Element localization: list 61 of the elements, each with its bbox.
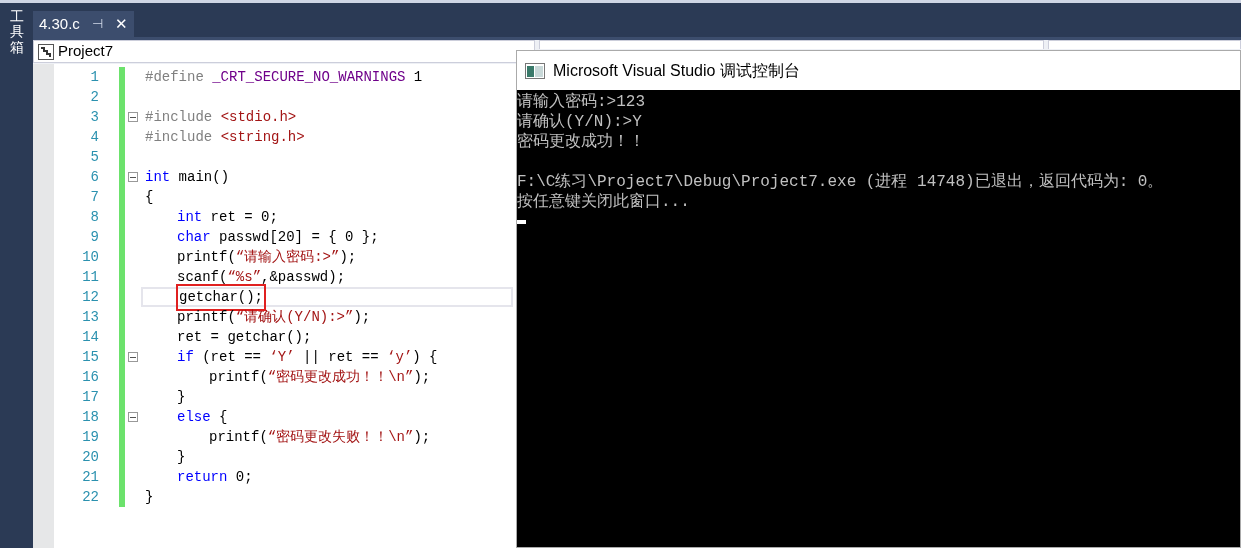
code-line: int main(): [145, 167, 230, 187]
code-line: scanf(“%s”,&passwd);: [177, 267, 346, 287]
fold-toggle[interactable]: [128, 172, 138, 182]
line-number: 14: [82, 329, 99, 345]
close-button[interactable]: ✕: [114, 12, 128, 36]
pin-button[interactable]: ⊣: [91, 14, 103, 34]
line-number: 5: [90, 149, 99, 165]
code-line: #define _CRT_SECURE_NO_WARNINGS 1: [145, 67, 423, 87]
code-line: int ret = 0;: [177, 207, 278, 227]
code-line: }: [177, 447, 186, 467]
code-line: else {: [177, 407, 228, 427]
line-number: 10: [82, 249, 99, 265]
fold-toggle[interactable]: [128, 112, 138, 122]
code-line: char passwd[20] = { 0 };: [177, 227, 379, 247]
code-line: }: [145, 487, 154, 507]
console-line: 请确认(Y/N):>Y: [517, 113, 642, 131]
line-number: 18: [82, 409, 99, 425]
line-number: 19: [82, 429, 99, 445]
console-icon: [525, 62, 545, 79]
line-number: 22: [82, 489, 99, 505]
line-number: 1: [90, 69, 99, 85]
code-line: #include <stdio.h>: [145, 107, 297, 127]
code-line: printf(“密码更改成功！！\n”);: [209, 367, 431, 387]
line-number: 9: [90, 229, 99, 245]
fold-toggle[interactable]: [128, 412, 138, 422]
console-line: 按任意键关闭此窗口...: [517, 193, 690, 211]
highlighted-code: getchar();: [179, 286, 263, 308]
code-line: return 0;: [177, 467, 253, 487]
editor-tab[interactable]: 4.30.c ⊣ ✕: [33, 11, 134, 37]
fold-toggle[interactable]: [128, 352, 138, 362]
line-number: 7: [90, 189, 99, 205]
project-name: Project7: [58, 41, 114, 62]
line-number: 6: [90, 169, 99, 185]
console-line: 密码更改成功！！: [517, 133, 645, 151]
line-number: 13: [82, 309, 99, 325]
code-line: #include <string.h>: [145, 127, 305, 147]
line-number: 15: [82, 349, 99, 365]
code-line: {: [145, 187, 154, 207]
console-line: 请输入密码:>123: [517, 93, 645, 111]
line-number: 4: [90, 129, 99, 145]
console-title: Microsoft Visual Studio 调试控制台: [553, 60, 800, 81]
line-number: 3: [90, 109, 99, 125]
line-number: 8: [90, 209, 99, 225]
line-number: 12: [82, 289, 99, 305]
project-icon: [38, 43, 54, 60]
line-number: 16: [82, 369, 99, 385]
tab-label: 4.30.c: [39, 13, 80, 34]
console-line: F:\C练习\Project7\Debug\Project7.exe (进程 14748)已退出，返回代码为: 0。: [517, 173, 1164, 191]
project-dropdown[interactable]: Project7: [33, 40, 535, 63]
code-line: }: [177, 387, 186, 407]
code-line: printf(“请输入密码:>”);: [177, 247, 357, 267]
line-number: 17: [82, 389, 99, 405]
code-line: printf(“请确认(Y/N):>”);: [177, 307, 371, 327]
code-line: if (ret == ‘Y’ || ret == ‘y’) {: [177, 347, 438, 367]
line-number: 2: [90, 89, 99, 105]
line-number: 20: [82, 449, 99, 465]
code-line: ret = getchar();: [177, 327, 312, 347]
line-number: 11: [82, 269, 99, 285]
toolbox-label[interactable]: 工具箱: [9, 9, 24, 56]
line-number: 21: [82, 469, 99, 485]
code-line: printf(“密码更改失败！！\n”);: [209, 427, 431, 447]
